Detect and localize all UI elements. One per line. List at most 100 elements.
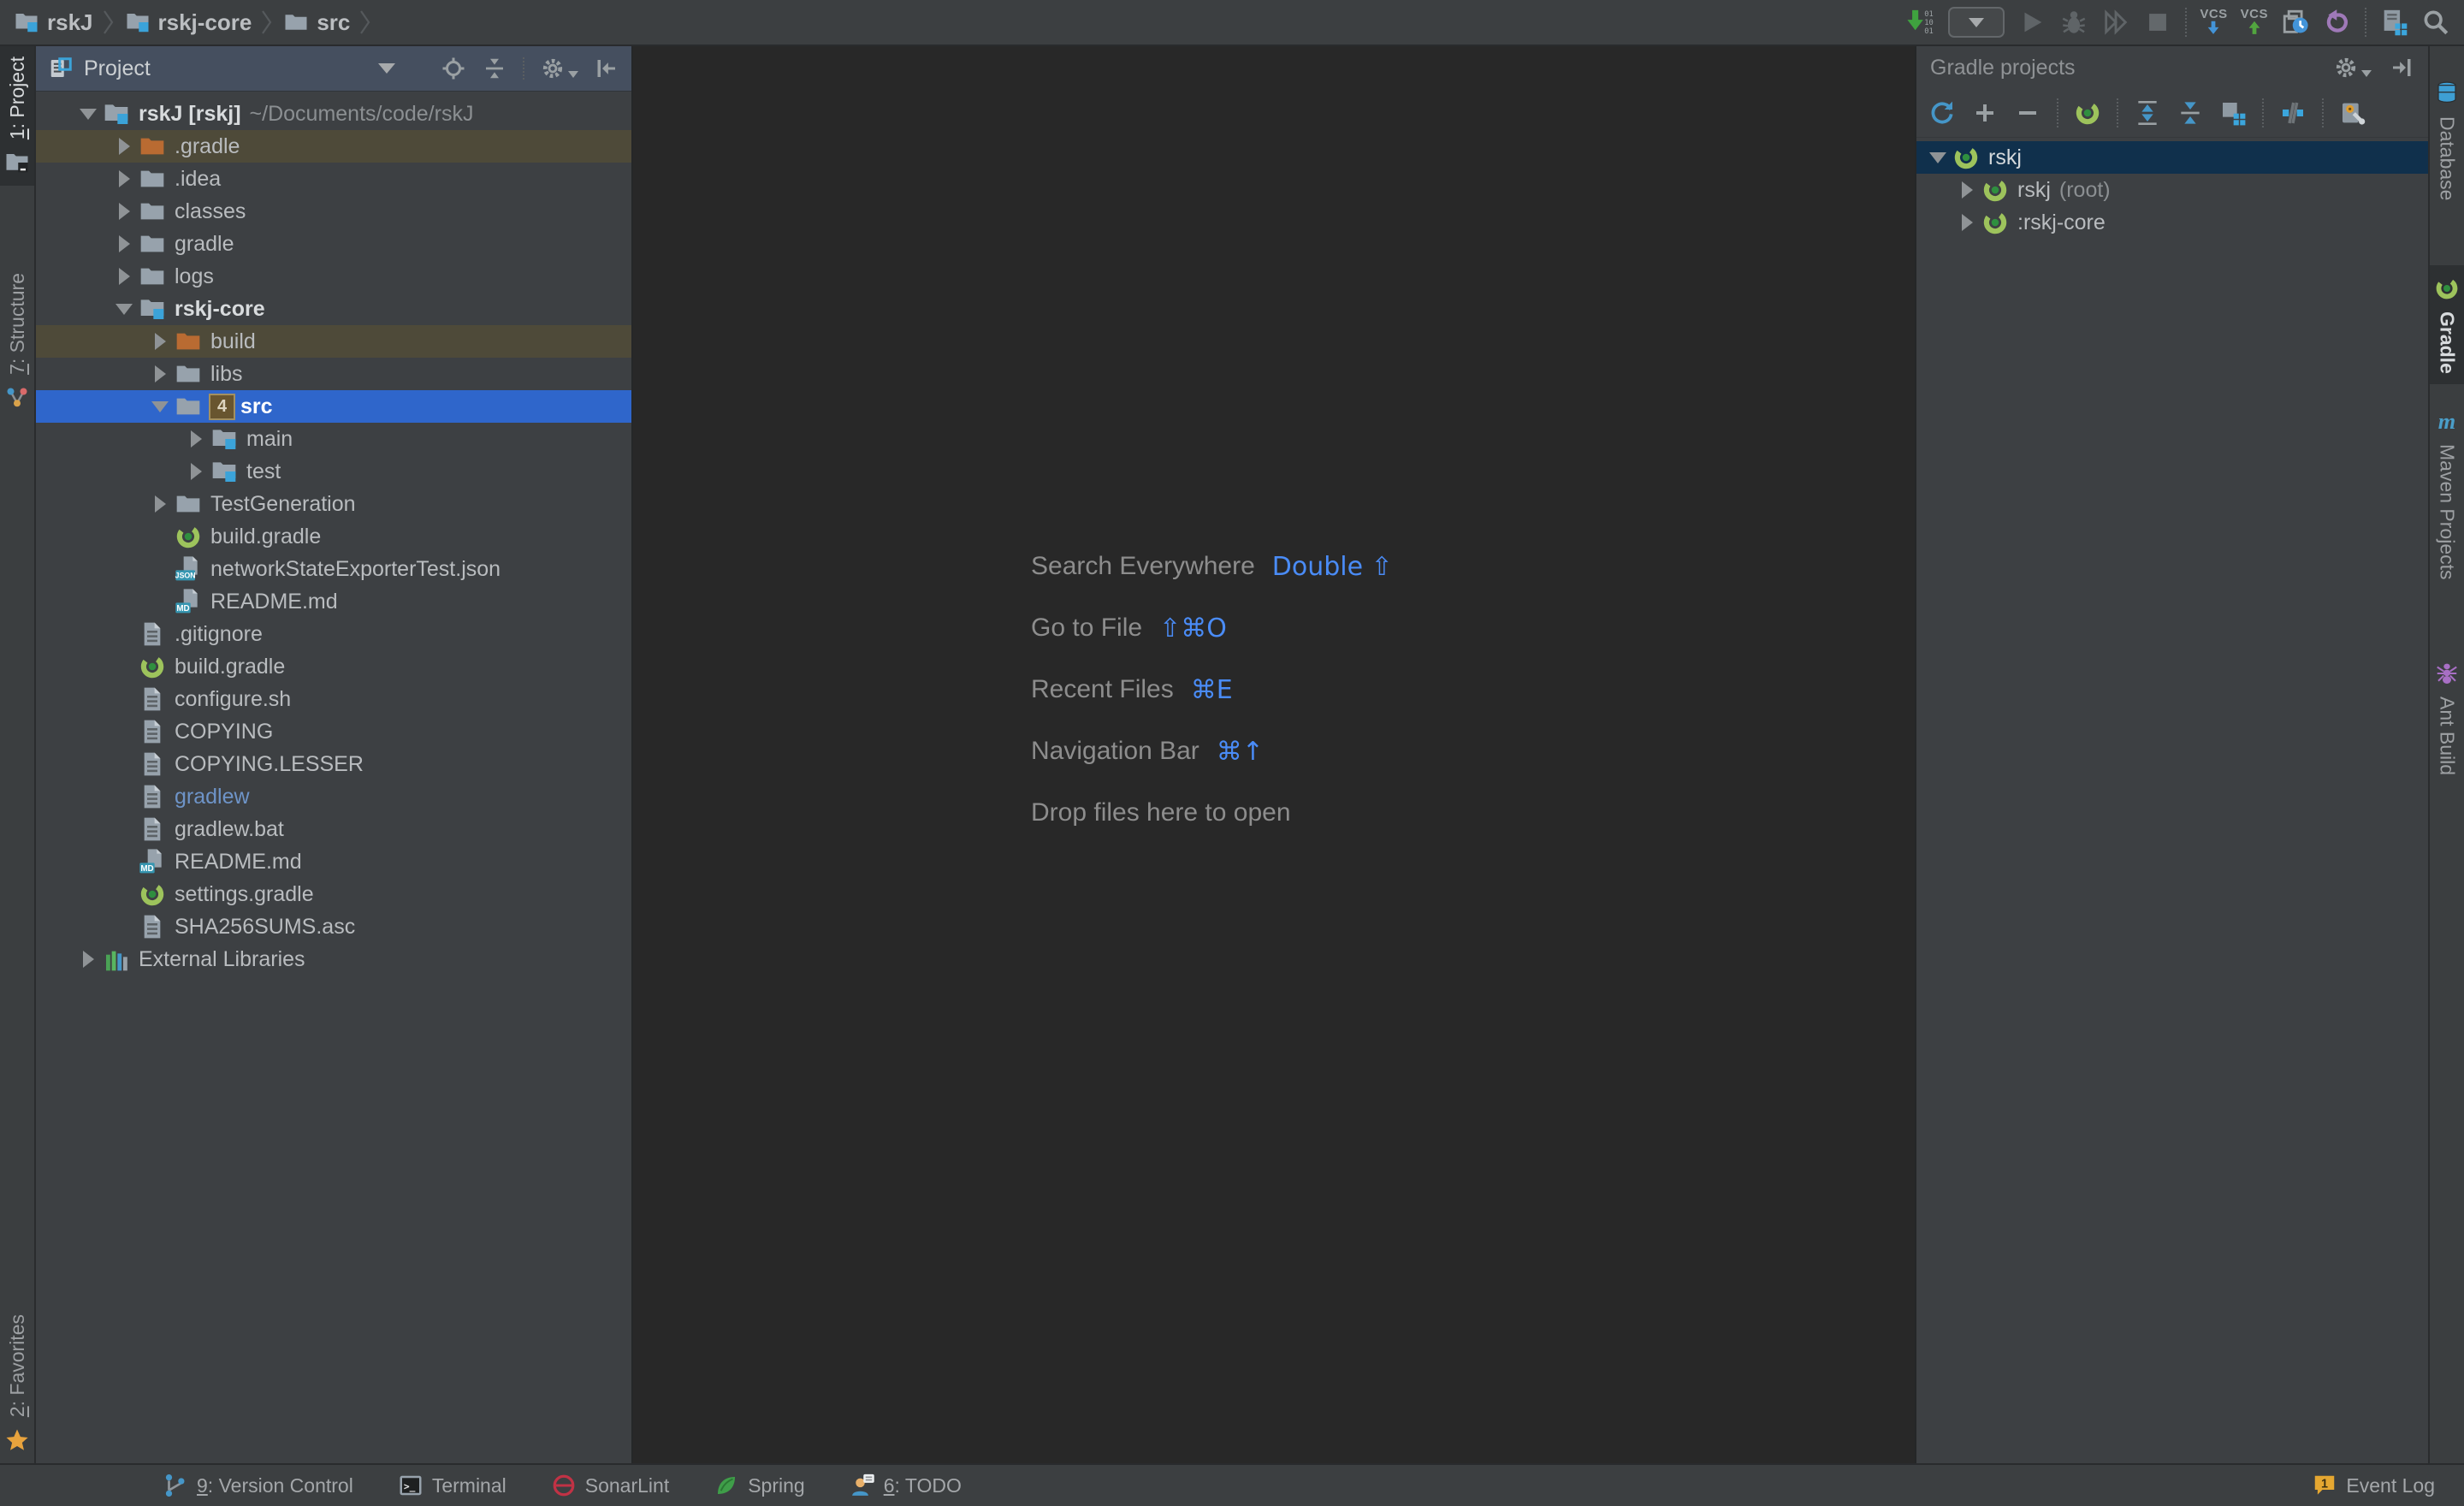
vcs-push-button[interactable]: VCS (2241, 8, 2268, 37)
tree-row-classes[interactable]: classes (36, 195, 631, 228)
refresh-gradle-icon[interactable] (1928, 99, 1956, 127)
hide-panel-icon[interactable] (594, 56, 619, 81)
chevron-collapsed-icon[interactable] (145, 495, 175, 513)
chevron-expanded-icon[interactable] (74, 109, 103, 120)
toolbar-separator (2057, 98, 2058, 127)
chevron-down-icon[interactable] (378, 63, 395, 74)
tree-row-build[interactable]: build (36, 325, 631, 358)
tree-row-configure-sh[interactable]: configure.sh (36, 683, 631, 715)
tree-row-settings-gradle[interactable]: settings.gradle (36, 878, 631, 910)
run-icon[interactable] (2017, 8, 2046, 37)
chevron-collapsed-icon[interactable] (181, 430, 210, 448)
status-item-event-log[interactable]: 1Event Log (2312, 1473, 2435, 1498)
tree-row-src[interactable]: 4src (36, 390, 631, 423)
run-with-coverage-icon[interactable] (2101, 8, 2130, 37)
tree-row-test[interactable]: test (36, 455, 631, 488)
tree-row-copying[interactable]: COPYING (36, 715, 631, 748)
breadcrumb-item-src[interactable]: src (281, 9, 352, 36)
project-header[interactable]: Project (36, 46, 631, 92)
tree-row-rskj[interactable]: rskj (1916, 141, 2428, 174)
chevron-collapsed-icon[interactable] (74, 951, 103, 968)
status-item-todo[interactable]: 6: TODO (850, 1473, 962, 1498)
update-binary-icon[interactable]: 011001 (1906, 8, 1935, 37)
chevron-collapsed-icon[interactable] (1952, 214, 1981, 231)
gradle-title-label: Gradle projects (1930, 56, 2076, 80)
chevron-expanded-icon[interactable] (1923, 152, 1952, 163)
tree-row-build-gradle[interactable]: build.gradle (36, 650, 631, 683)
chevron-collapsed-icon[interactable] (110, 170, 139, 187)
offline-mode-icon[interactable] (2279, 99, 2307, 127)
gradle-header[interactable]: Gradle projects (1916, 46, 2428, 89)
chevron-expanded-icon[interactable] (145, 401, 175, 412)
settings-gear-button[interactable] (2333, 55, 2372, 80)
status-item-version-control[interactable]: 9: Version Control (163, 1473, 353, 1498)
tree-row-external-libraries[interactable]: External Libraries (36, 943, 631, 975)
project-structure-icon[interactable] (2379, 8, 2408, 37)
tree-item-label: build.gradle (175, 655, 285, 679)
scroll-from-source-icon[interactable] (441, 56, 466, 81)
tree-row--rskj-core[interactable]: :rskj-core (1916, 206, 2428, 239)
tree-row-testgeneration[interactable]: TestGeneration (36, 488, 631, 520)
task-list-icon[interactable] (2219, 99, 2247, 127)
tree-row-gradlew-bat[interactable]: gradlew.bat (36, 813, 631, 845)
status-item-terminal[interactable]: >_Terminal (398, 1473, 506, 1498)
tree-row-rskj-rskj-[interactable]: rskJ [rskj]~/Documents/code/rskJ (36, 98, 631, 130)
expand-all-icon[interactable] (2134, 99, 2161, 127)
tree-row-gradlew[interactable]: gradlew (36, 780, 631, 813)
tree-row-readme-md[interactable]: MDREADME.md (36, 585, 631, 618)
recent-changes-icon[interactable] (2281, 8, 2310, 37)
status-item-spring[interactable]: Spring (714, 1473, 804, 1498)
detach-project-icon[interactable] (2014, 99, 2041, 127)
chevron-collapsed-icon[interactable] (110, 268, 139, 285)
tool-window-tab-favorites[interactable]: 2: Favorites (0, 1304, 34, 1463)
tool-window-tab-structure[interactable]: 7: Structure (0, 263, 34, 421)
tool-window-tab-maven-projects[interactable]: mMaven Projects (2430, 398, 2464, 590)
chevron-collapsed-icon[interactable] (145, 333, 175, 350)
tree-row-sha256sums-asc[interactable]: SHA256SUMS.asc (36, 910, 631, 943)
vcs-update-button[interactable]: VCS (2200, 8, 2227, 37)
breadcrumb-item-rskj-core[interactable]: rskj-core (123, 9, 254, 36)
tree-row-libs[interactable]: libs (36, 358, 631, 390)
run-gradle-task-icon[interactable] (2074, 99, 2101, 127)
run-configuration-combo[interactable] (1948, 7, 2005, 38)
tree-row-main[interactable]: main (36, 423, 631, 455)
gradle-icon (1981, 176, 2009, 204)
tree-row-logs[interactable]: logs (36, 260, 631, 293)
collapse-all-icon[interactable] (482, 56, 507, 81)
attach-project-icon[interactable] (1971, 99, 1999, 127)
chevron-collapsed-icon[interactable] (110, 138, 139, 155)
gradle-settings-icon[interactable] (2339, 99, 2366, 127)
hint-row: Go to File⇧⌘O (1031, 597, 1393, 659)
settings-gear-button[interactable] (540, 56, 578, 81)
tree-row-build-gradle[interactable]: build.gradle (36, 520, 631, 553)
tree-row--gradle[interactable]: .gradle (36, 130, 631, 163)
tree-row--gitignore[interactable]: .gitignore (36, 618, 631, 650)
tree-row-readme-md[interactable]: MDREADME.md (36, 845, 631, 878)
chevron-collapsed-icon[interactable] (110, 203, 139, 220)
chevron-collapsed-icon[interactable] (145, 365, 175, 382)
tree-row-networkstateexportertest-json[interactable]: JSONnetworkStateExporterTest.json (36, 553, 631, 585)
project-view-icon (48, 56, 74, 81)
stop-icon[interactable] (2143, 8, 2172, 37)
collapse-all-icon[interactable] (2177, 99, 2204, 127)
hide-panel-icon[interactable] (2389, 55, 2414, 80)
tree-row-gradle[interactable]: gradle (36, 228, 631, 260)
rollback-icon[interactable] (2323, 8, 2352, 37)
chevron-expanded-icon[interactable] (110, 304, 139, 315)
tree-row-copying-lesser[interactable]: COPYING.LESSER (36, 748, 631, 780)
chevron-collapsed-icon[interactable] (110, 235, 139, 252)
tree-row-rskj[interactable]: rskj(root) (1916, 174, 2428, 206)
tree-row-rskj-core[interactable]: rskj-core (36, 293, 631, 325)
debug-icon[interactable] (2059, 8, 2088, 37)
chevron-collapsed-icon[interactable] (1952, 181, 1981, 199)
tree-item-label: .gradle (175, 134, 240, 159)
status-item-sonarlint[interactable]: SonarLint (551, 1473, 669, 1498)
tree-row--idea[interactable]: .idea (36, 163, 631, 195)
tool-window-tab-ant-build[interactable]: Ant Build (2430, 650, 2464, 786)
tool-window-tab-gradle[interactable]: Gradle (2430, 265, 2464, 384)
tool-window-tab-database[interactable]: Database (2430, 70, 2464, 210)
breadcrumb-item-rskJ[interactable]: rskJ (12, 9, 95, 36)
chevron-collapsed-icon[interactable] (181, 463, 210, 480)
search-icon[interactable] (2421, 8, 2450, 37)
tool-window-tab-project[interactable]: 1: Project (0, 46, 34, 186)
